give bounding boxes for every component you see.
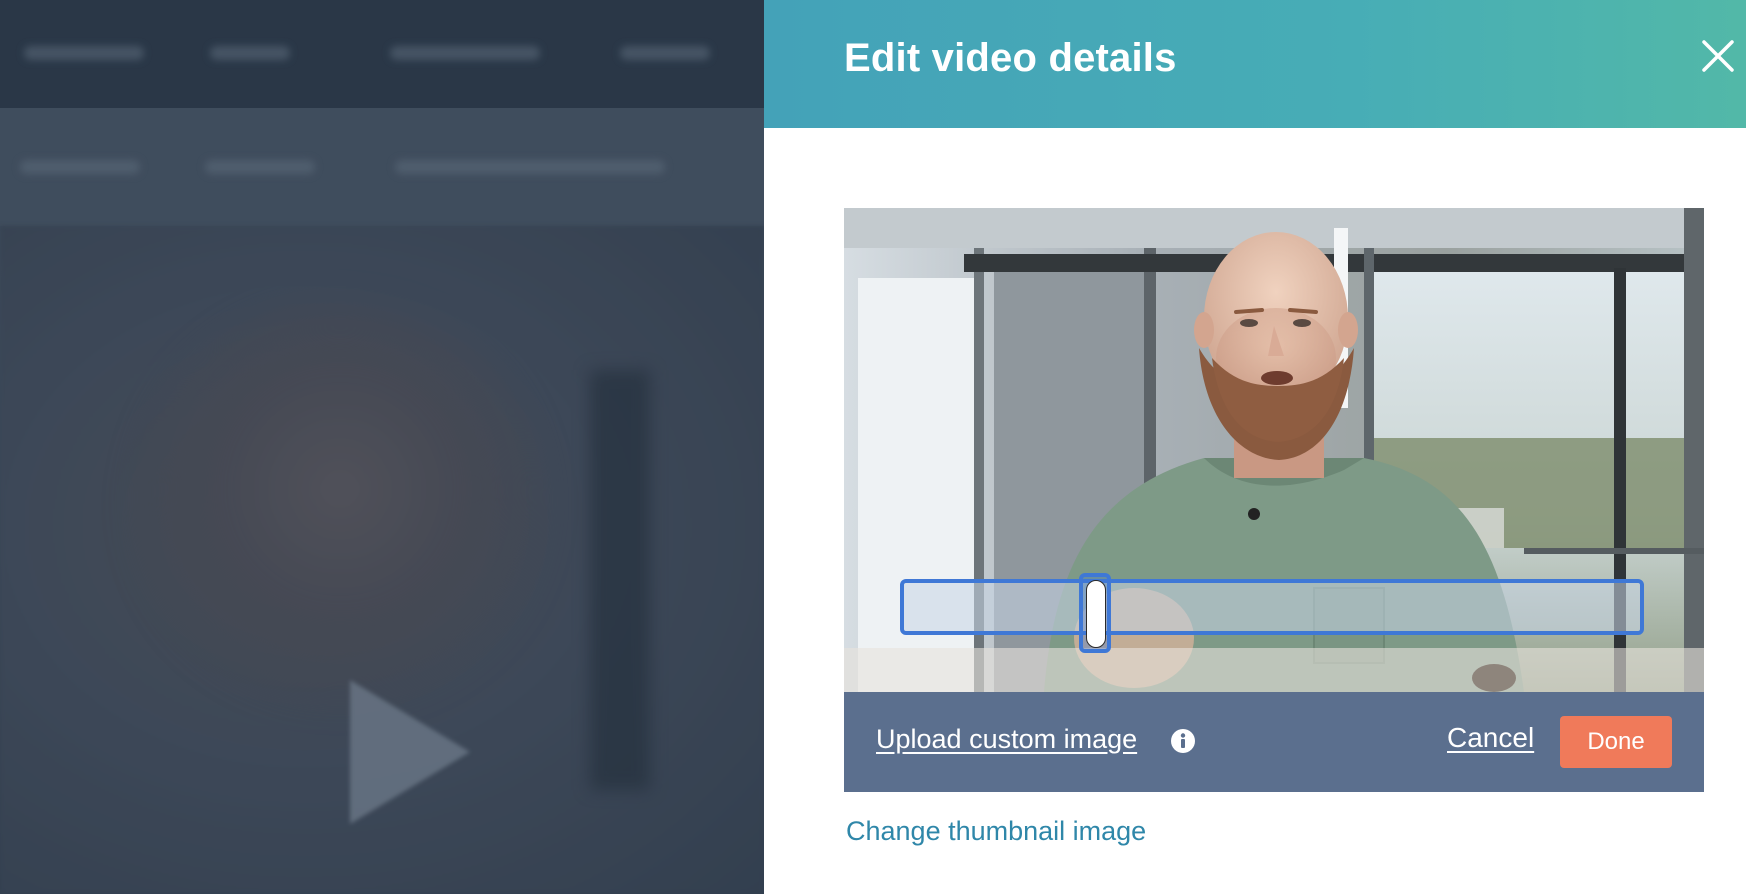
panel-header: Edit video details	[764, 0, 1746, 128]
info-icon[interactable]	[1170, 728, 1196, 754]
cancel-link[interactable]: Cancel	[1447, 722, 1534, 754]
blurred-background-page	[0, 0, 764, 894]
scrubber-knob	[1086, 580, 1107, 648]
close-icon	[1702, 40, 1734, 72]
panel-title: Edit video details	[844, 36, 1177, 80]
upload-custom-image-link[interactable]: Upload custom image	[876, 724, 1137, 755]
thumbnail-scrubber[interactable]	[900, 573, 1644, 653]
modal-overlay[interactable]	[0, 0, 764, 894]
screen: Edit video details Upload custom image C…	[0, 0, 1746, 894]
thumbnail-editor	[844, 208, 1704, 692]
done-button[interactable]: Done	[1560, 716, 1672, 768]
edit-video-panel: Edit video details Upload custom image C…	[764, 0, 1746, 894]
thumbnail-toolbar: Upload custom image Cancel Done	[844, 692, 1704, 792]
change-thumbnail-image-link[interactable]: Change thumbnail image	[846, 816, 1146, 847]
close-button[interactable]	[1698, 36, 1738, 76]
scrubber-handle[interactable]	[1079, 573, 1112, 653]
